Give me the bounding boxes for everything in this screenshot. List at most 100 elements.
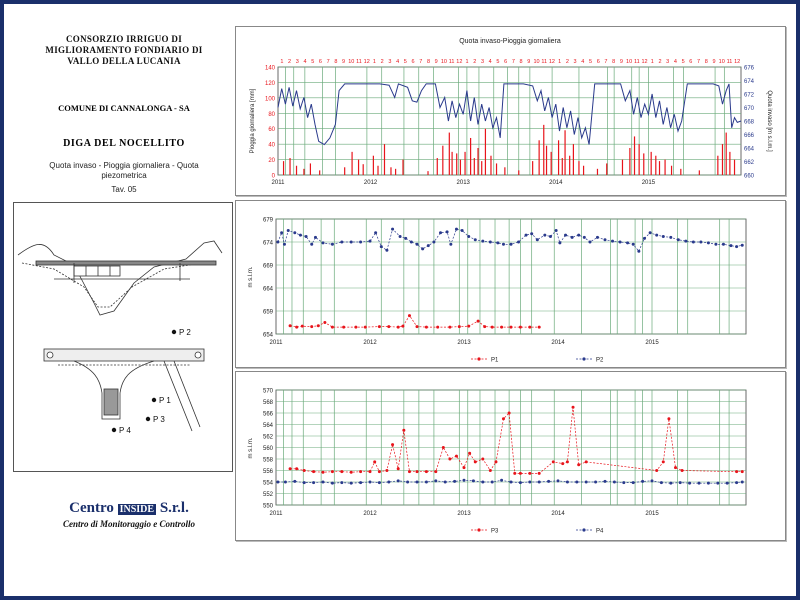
point-p1: [387, 325, 391, 329]
legend-label-p1: P1: [491, 358, 499, 364]
month-label: 9: [527, 59, 530, 65]
point-p2: [391, 227, 395, 231]
point-p3: [321, 470, 325, 474]
month-label: 8: [427, 59, 430, 65]
point-p3: [507, 411, 511, 415]
point-p2: [293, 231, 297, 235]
y-tick-label: 552: [263, 492, 274, 498]
point-p4: [293, 479, 297, 483]
point-p4: [424, 480, 428, 484]
x-tick-label: 2015: [645, 511, 659, 517]
month-label: 6: [689, 59, 692, 65]
point-p4: [584, 480, 588, 484]
point-p2: [445, 230, 449, 234]
point-p3: [441, 446, 445, 449]
point-p3: [377, 470, 381, 474]
y-tick-label: 568: [263, 400, 274, 406]
month-label: 7: [604, 59, 607, 65]
x-tick-label: 2011: [270, 340, 284, 346]
point-p4: [622, 481, 626, 485]
legend-marker-p4: [582, 528, 586, 532]
month-label: 12: [734, 59, 740, 65]
dam-drawing-svg: P 2 P 1 P 3 P 4: [17, 240, 223, 435]
y-tick-label: 60: [268, 127, 275, 133]
month-label: 11: [634, 59, 640, 65]
point-p4: [565, 480, 569, 484]
point-p2: [501, 242, 505, 246]
point-p4: [612, 480, 616, 484]
point-p2: [330, 242, 334, 246]
point-p4: [340, 481, 344, 485]
point-p3: [551, 460, 555, 464]
point-p2: [374, 231, 378, 235]
y-tick-label: 669: [263, 264, 274, 270]
point-p4: [735, 481, 739, 485]
point-p1: [490, 325, 494, 329]
point-p3: [513, 471, 517, 475]
month-label: 6: [504, 59, 507, 65]
point-p3: [340, 470, 344, 474]
point-p3: [577, 463, 581, 467]
point-p3: [424, 470, 428, 474]
point-p3: [402, 428, 406, 432]
point-p4: [387, 480, 391, 484]
y-tick-label-right: 664: [744, 147, 755, 153]
month-label: 7: [512, 59, 515, 65]
point-p2: [321, 241, 325, 245]
point-p3: [407, 470, 411, 474]
point-p4: [688, 481, 692, 485]
point-p2: [699, 240, 703, 244]
point-p4: [330, 481, 334, 485]
x-tick-label: 2014: [551, 511, 565, 517]
point-p2: [313, 235, 317, 239]
x-tick-label: 2011: [270, 511, 284, 517]
y-tick-label: 564: [263, 423, 274, 429]
point-p1: [323, 321, 327, 324]
point-p1: [457, 325, 461, 329]
point-p4: [321, 480, 325, 484]
month-label: 4: [489, 59, 492, 65]
x-tick-label: 2014: [551, 340, 565, 346]
point-p4: [406, 480, 410, 484]
point-p2: [626, 241, 630, 245]
point-p1: [407, 314, 411, 318]
point-p2: [631, 242, 635, 246]
point-p4: [509, 480, 513, 484]
month-label: 5: [404, 59, 407, 65]
point-p4: [659, 481, 663, 485]
month-label: 11: [356, 59, 362, 65]
chart-panel-p1-p2: 654 659 664 669 674 679 m s.l.m. 2011 2012 2013 20…: [235, 200, 786, 368]
point-p3: [501, 417, 505, 421]
point-p2: [611, 239, 615, 243]
logo-mark: INSIDE: [117, 504, 157, 515]
point-p2: [421, 247, 425, 251]
point-p2: [280, 231, 284, 235]
point-p2: [706, 241, 710, 245]
point-p1: [424, 325, 428, 329]
x-tick-label: 2012: [363, 340, 377, 346]
point-p2: [714, 242, 718, 246]
month-label: 7: [697, 59, 700, 65]
x-tick-label: 2013: [457, 511, 471, 517]
month-label: 3: [388, 59, 391, 65]
y-tick-label: 556: [263, 469, 274, 475]
month-label: 11: [541, 59, 547, 65]
point-p2: [669, 235, 673, 239]
point-p4: [641, 479, 645, 483]
point-p2: [454, 227, 458, 231]
point-p1: [537, 325, 541, 329]
y-tick-label: 562: [263, 435, 274, 441]
point-p1: [436, 325, 440, 329]
point-p1: [483, 325, 487, 329]
month-label: 7: [327, 59, 330, 65]
point-p3: [373, 460, 377, 464]
point-p3: [454, 454, 458, 458]
month-label: 2: [473, 59, 476, 65]
subtitle-line-2: piezometrica: [101, 171, 147, 180]
company-logo: Centro INSIDE S.r.l. Centro di Monitorag…: [34, 500, 224, 529]
point-p4: [283, 480, 287, 484]
point-p2: [426, 244, 430, 248]
point-p2: [558, 241, 562, 245]
point-p3: [667, 417, 671, 421]
point-p4: [650, 479, 654, 483]
